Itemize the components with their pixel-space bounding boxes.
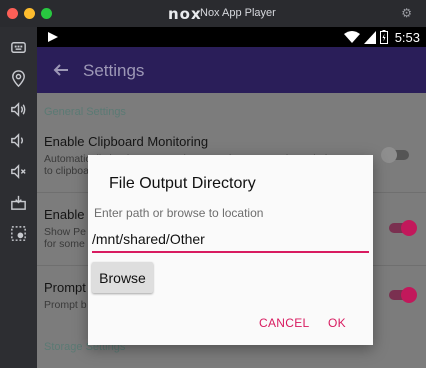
app-bar: Settings	[37, 47, 426, 93]
signal-icon	[363, 30, 376, 44]
close-window-button[interactable]	[7, 8, 18, 19]
gear-icon[interactable]: ⚙	[401, 6, 412, 20]
prompt-setting-toggle[interactable]	[387, 286, 417, 304]
file-output-directory-dialog: File Output Directory Enter path or brow…	[88, 155, 373, 345]
screenshot-icon[interactable]	[9, 224, 28, 243]
window-titlebar: nox Nox App Player ⚙	[0, 0, 426, 27]
android-status-bar: 5:53	[37, 27, 426, 47]
second-setting-summary-line2: for some	[44, 238, 85, 250]
browse-button[interactable]: Browse	[92, 262, 153, 293]
maximize-window-button[interactable]	[41, 8, 52, 19]
second-setting-toggle[interactable]	[387, 219, 417, 237]
wifi-icon	[343, 30, 360, 43]
emulator-toolbar	[0, 27, 37, 368]
location-icon[interactable]	[9, 69, 28, 88]
back-arrow-icon[interactable]	[51, 60, 71, 80]
dialog-title: File Output Directory	[109, 175, 256, 192]
page-title: Settings	[83, 61, 145, 80]
status-time: 5:53	[394, 29, 420, 45]
prompt-setting-title: Prompt	[44, 280, 86, 295]
cancel-button[interactable]: CANCEL	[259, 316, 309, 330]
general-settings-header: General Settings	[44, 106, 126, 118]
dialog-hint: Enter path or browse to location	[94, 206, 264, 220]
prompt-setting-summary: Prompt b	[44, 299, 87, 311]
battery-icon	[379, 30, 388, 44]
minimize-window-button[interactable]	[24, 8, 35, 19]
nox-notification-icon	[48, 32, 58, 42]
mute-icon[interactable]	[9, 162, 28, 181]
apk-install-icon[interactable]	[9, 193, 28, 212]
path-input[interactable]	[92, 227, 369, 253]
ok-button[interactable]: OK	[328, 316, 346, 330]
clipboard-monitoring-toggle[interactable]	[381, 146, 411, 164]
window-title: Nox App Player	[200, 7, 276, 19]
volume-up-icon[interactable]	[9, 100, 28, 119]
clipboard-setting-title: Enable Clipboard Monitoring	[44, 134, 209, 149]
volume-down-icon[interactable]	[9, 131, 28, 150]
keyboard-icon[interactable]	[9, 38, 28, 57]
second-setting-summary-line1: Show Pe	[44, 226, 87, 238]
nox-logo: nox	[168, 5, 202, 23]
